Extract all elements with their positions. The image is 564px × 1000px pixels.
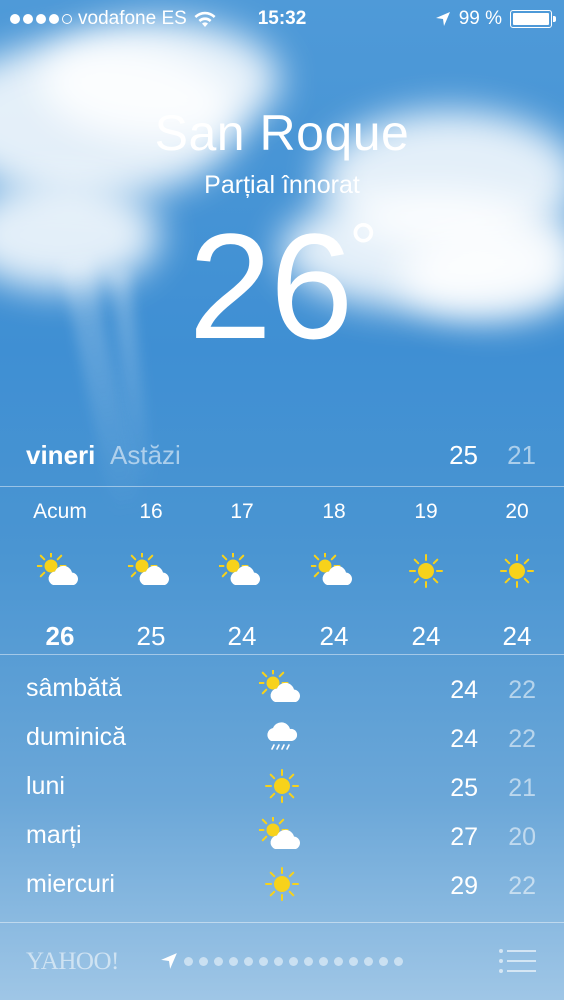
page-dot[interactable]	[229, 956, 238, 966]
hourly-item: 19 24	[386, 500, 466, 652]
page-dot[interactable]	[379, 956, 388, 966]
daily-low: 22	[508, 676, 536, 704]
sun-icon	[254, 766, 310, 806]
status-bar: vodafone ES 15:32 99 %	[0, 0, 564, 40]
bottom-toolbar: YAHOO!	[0, 924, 564, 1000]
degree-symbol: °	[349, 209, 377, 287]
daily-day: miercuri	[26, 870, 115, 898]
hour-label: 16	[139, 500, 163, 523]
battery-percent: 99 %	[458, 8, 502, 29]
today-label: Astăzi	[110, 440, 181, 470]
page-dot[interactable]	[304, 956, 313, 966]
page-dot[interactable]	[184, 956, 193, 966]
page-dot[interactable]	[244, 956, 253, 966]
daily-high: 24	[450, 676, 478, 704]
yahoo-logo[interactable]: YAHOO!	[26, 948, 119, 976]
hourly-item: 17 24	[202, 500, 282, 652]
page-dot[interactable]	[274, 956, 283, 966]
page-indicator[interactable]	[160, 952, 403, 970]
page-dot[interactable]	[394, 956, 403, 966]
hour-temp: 25	[136, 621, 166, 651]
sun-icon	[386, 546, 466, 596]
current-temperature-value: 26	[188, 202, 354, 370]
daily-low: 22	[508, 725, 536, 753]
hour-label: 20	[505, 500, 529, 523]
hourly-item: 18 24	[294, 500, 374, 652]
city-name: San Roque	[154, 105, 410, 161]
daily-day: luni	[26, 772, 65, 800]
hour-temp: 24	[411, 621, 441, 651]
daily-day: sâmbătă	[26, 674, 122, 702]
hour-label: Acum	[33, 500, 87, 523]
daily-low: 20	[508, 823, 536, 851]
hourly-forecast[interactable]: Acum 26 16 25 17 24 18 24 19 24 20 24	[0, 500, 564, 652]
hourly-item: 20 24	[477, 500, 557, 652]
page-dots	[184, 956, 403, 966]
daily-day: marți	[26, 821, 82, 849]
partly-cloudy-icon	[20, 546, 100, 596]
list-button[interactable]	[498, 946, 536, 976]
daily-forecast[interactable]: sâmbătă 24 22 duminică 24 22 luni 25 21 …	[26, 668, 538, 913]
daily-row: sâmbătă 24 22	[26, 668, 538, 717]
hour-temp: 24	[227, 621, 257, 651]
today-row: vineri Astăzi 25 21	[26, 436, 538, 476]
hour-label: 17	[230, 500, 254, 523]
page-dot[interactable]	[364, 956, 373, 966]
hourly-item: Acum 26	[20, 500, 100, 652]
daily-high: 24	[450, 725, 478, 753]
daily-row: duminică 24 22	[26, 717, 538, 766]
hour-temp: 24	[319, 621, 349, 651]
weather-condition: Parțial înnorat	[204, 171, 360, 199]
daily-high: 27	[450, 823, 478, 851]
page-dot[interactable]	[334, 956, 343, 966]
divider	[0, 654, 564, 655]
page-dot[interactable]	[259, 956, 268, 966]
partly-cloudy-icon	[111, 546, 191, 596]
hourly-item: 16 25	[111, 500, 191, 652]
hour-temp: 26	[45, 621, 75, 651]
partly-cloudy-icon	[202, 546, 282, 596]
partly-cloudy-icon	[294, 546, 374, 596]
daily-low: 22	[508, 872, 536, 900]
hour-label: 19	[414, 500, 438, 523]
partly-cloudy-icon	[254, 668, 310, 708]
today-day: vineri	[26, 440, 96, 470]
daily-row: luni 25 21	[26, 766, 538, 815]
hour-label: 18	[322, 500, 346, 523]
page-dot[interactable]	[289, 956, 298, 966]
current-temperature: 26°	[0, 200, 564, 373]
page-dot[interactable]	[349, 956, 358, 966]
daily-row: marți 27 20	[26, 815, 538, 864]
location-arrow-icon	[435, 12, 450, 26]
daily-day: duminică	[26, 723, 127, 751]
divider	[0, 922, 564, 923]
today-low: 21	[507, 440, 536, 470]
hour-temp: 24	[502, 621, 532, 651]
page-dot[interactable]	[199, 956, 208, 966]
divider	[0, 486, 564, 487]
partly-cloudy-icon	[254, 815, 310, 855]
daily-low: 21	[508, 774, 536, 802]
daily-row: miercuri 29 22	[26, 864, 538, 913]
battery-icon	[510, 10, 556, 28]
today-high: 25	[449, 440, 478, 470]
page-dot[interactable]	[319, 956, 328, 966]
daily-high: 25	[450, 774, 478, 802]
current-location-icon	[161, 953, 177, 969]
sun-icon	[477, 546, 557, 596]
rain-cloud-icon	[254, 717, 310, 757]
daily-high: 29	[450, 872, 478, 900]
sun-icon	[254, 864, 310, 904]
page-dot[interactable]	[214, 956, 223, 966]
